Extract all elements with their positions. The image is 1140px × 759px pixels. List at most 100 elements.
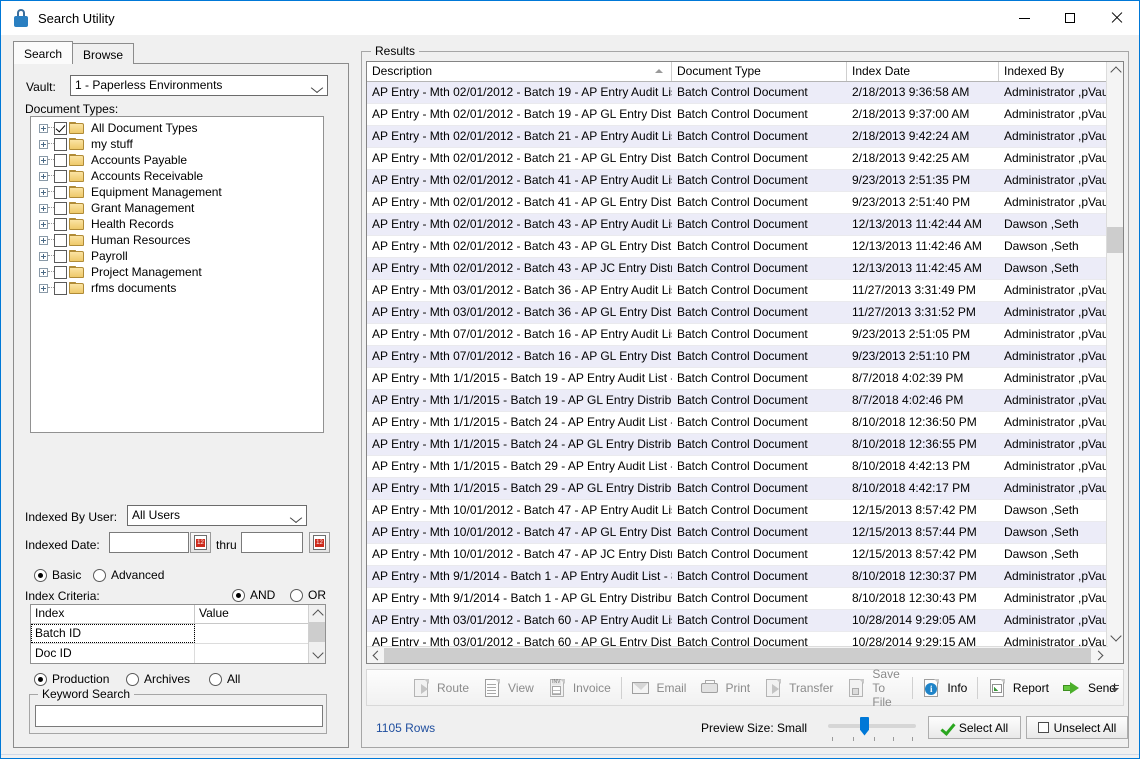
table-row[interactable]: AP Entry - Mth 9/1/2014 - Batch 1 - AP G… [367,588,1123,610]
scroll-up-button[interactable] [1107,62,1123,79]
toolbar-route-button[interactable]: Route [405,673,476,703]
checkbox[interactable] [54,281,67,295]
scrollbar-thumb[interactable] [384,647,1091,663]
table-row[interactable]: AP Entry - Mth 1/1/2015 - Batch 19 - AP … [367,368,1123,390]
table-row[interactable]: AP Entry - Mth 10/01/2012 - Batch 47 - A… [367,500,1123,522]
tree-item-rfms-documents[interactable]: rfms documents [31,280,323,296]
checkbox[interactable] [54,249,67,263]
table-row[interactable]: AP Entry - Mth 1/1/2015 - Batch 24 - AP … [367,412,1123,434]
scroll-left-button[interactable] [367,647,384,664]
tree-item-my-stuff[interactable]: my stuff [31,136,323,152]
scope-production-radio[interactable]: Production [34,672,109,686]
expand-icon[interactable] [39,203,48,213]
expand-icon[interactable] [39,155,48,165]
toolbar-report-button[interactable]: Report [981,673,1056,703]
table-row[interactable]: AP Entry - Mth 02/01/2012 - Batch 19 - A… [367,82,1123,104]
table-row[interactable]: AP Entry - Mth 03/01/2012 - Batch 36 - A… [367,302,1123,324]
criteria-cell-value[interactable] [195,644,309,663]
expand-icon[interactable] [39,171,48,181]
table-row[interactable]: AP Entry - Mth 02/01/2012 - Batch 43 - A… [367,214,1123,236]
checkbox[interactable] [54,153,67,167]
checkbox[interactable] [54,217,67,231]
tree-item-equipment-management[interactable]: Equipment Management [31,184,323,200]
tab-search[interactable]: Search [13,41,74,64]
checkbox[interactable] [54,201,67,215]
mode-basic-radio[interactable]: Basic [34,568,81,582]
checkbox[interactable] [54,265,67,279]
checkbox[interactable] [54,185,67,199]
checkbox[interactable] [54,121,67,135]
column-header-description[interactable]: Description [367,62,672,81]
table-row[interactable]: Doc ID [31,644,325,663]
checkbox[interactable] [54,137,67,151]
table-row[interactable]: Batch ID [31,624,325,644]
table-row[interactable]: AP Entry - Mth 07/01/2012 - Batch 16 - A… [367,346,1123,368]
criteria-scrollbar[interactable] [308,605,325,663]
toolbar-save-to-file-button[interactable]: Save To File [840,667,908,709]
criteria-cell-index[interactable]: Batch ID [31,624,195,643]
unselect-all-button[interactable]: Unselect All [1026,716,1128,739]
toolbar-print-button[interactable]: Print [693,673,757,703]
table-row[interactable]: AP Entry - Mth 02/01/2012 - Batch 21 - A… [367,148,1123,170]
tree-item-payroll[interactable]: Payroll [31,248,323,264]
toolbar-info-button[interactable]: i Info [915,673,974,703]
toolbar-transfer-button[interactable]: Transfer [757,673,840,703]
table-row[interactable]: AP Entry - Mth 1/1/2015 - Batch 29 - AP … [367,456,1123,478]
vault-select[interactable]: 1 - Paperless Environments [70,75,328,96]
calendar-from-button[interactable]: 12 [190,532,211,553]
scrollbar-thumb[interactable] [1107,227,1123,253]
tree-item-health-records[interactable]: Health Records [31,216,323,232]
table-row[interactable]: AP Entry - Mth 02/01/2012 - Batch 43 - A… [367,258,1123,280]
criteria-cell-value[interactable] [195,624,309,643]
close-button[interactable] [1093,1,1139,35]
table-row[interactable]: AP Entry - Mth 1/1/2015 - Batch 19 - AP … [367,390,1123,412]
table-row[interactable]: AP Entry - Mth 07/01/2012 - Batch 16 - A… [367,324,1123,346]
minimize-button[interactable] [1001,1,1047,35]
expand-icon[interactable] [39,283,48,293]
indexed-date-to-input[interactable] [241,532,303,553]
scroll-up-button[interactable] [309,605,325,622]
table-row[interactable]: AP Entry - Mth 02/01/2012 - Batch 43 - A… [367,236,1123,258]
expand-icon[interactable] [39,139,48,149]
table-row[interactable]: AP Entry - Mth 02/01/2012 - Batch 21 - A… [367,126,1123,148]
results-grid[interactable]: Description Document Type Index Date Ind… [366,61,1124,664]
indexed-date-from-input[interactable] [109,532,189,553]
scope-archives-radio[interactable]: Archives [126,672,190,686]
expand-icon[interactable] [39,235,48,245]
table-row[interactable]: AP Entry - Mth 10/01/2012 - Batch 47 - A… [367,522,1123,544]
checkbox[interactable] [54,233,67,247]
table-row[interactable]: AP Entry - Mth 1/1/2015 - Batch 24 - AP … [367,434,1123,456]
expand-icon[interactable] [39,219,48,229]
column-header-document-type[interactable]: Document Type [672,62,847,81]
tab-browse[interactable]: Browse [72,43,135,64]
scope-all-radio[interactable]: All [209,672,240,686]
toolbar-email-button[interactable]: Email [624,673,693,703]
results-vertical-scrollbar[interactable] [1106,62,1123,663]
scrollbar-thumb[interactable] [309,622,325,642]
column-header-index-date[interactable]: Index Date [847,62,999,81]
scroll-down-button[interactable] [309,646,325,663]
slider-thumb[interactable] [860,716,869,736]
index-criteria-grid[interactable]: Index Value Batch ID Doc ID [30,604,326,664]
keyword-search-input[interactable] [35,705,323,727]
mode-advanced-radio[interactable]: Advanced [93,568,164,582]
table-row[interactable]: AP Entry - Mth 03/01/2012 - Batch 36 - A… [367,280,1123,302]
tree-item-all-document-types[interactable]: All Document Types [31,120,323,136]
scroll-down-button[interactable] [1107,629,1123,646]
preview-size-slider[interactable] [828,715,916,741]
toolbar-view-button[interactable]: View [476,673,541,703]
scroll-right-button[interactable] [1091,647,1108,664]
table-row[interactable]: AP Entry - Mth 02/01/2012 - Batch 41 - A… [367,192,1123,214]
table-row[interactable]: AP Entry - Mth 02/01/2012 - Batch 19 - A… [367,104,1123,126]
toolbar-invoice-button[interactable]: INV Invoice [541,673,618,703]
criteria-cell-index[interactable]: Doc ID [31,644,195,663]
expand-icon[interactable] [39,267,48,277]
tree-item-project-management[interactable]: Project Management [31,264,323,280]
table-row[interactable]: AP Entry - Mth 1/1/2015 - Batch 29 - AP … [367,478,1123,500]
tree-item-accounts-payable[interactable]: Accounts Payable [31,152,323,168]
tree-item-human-resources[interactable]: Human Resources [31,232,323,248]
indexed-by-user-select[interactable]: All Users [127,505,307,526]
maximize-button[interactable] [1047,1,1093,35]
calendar-to-button[interactable]: 12 [309,532,330,553]
expand-icon[interactable] [39,123,48,133]
